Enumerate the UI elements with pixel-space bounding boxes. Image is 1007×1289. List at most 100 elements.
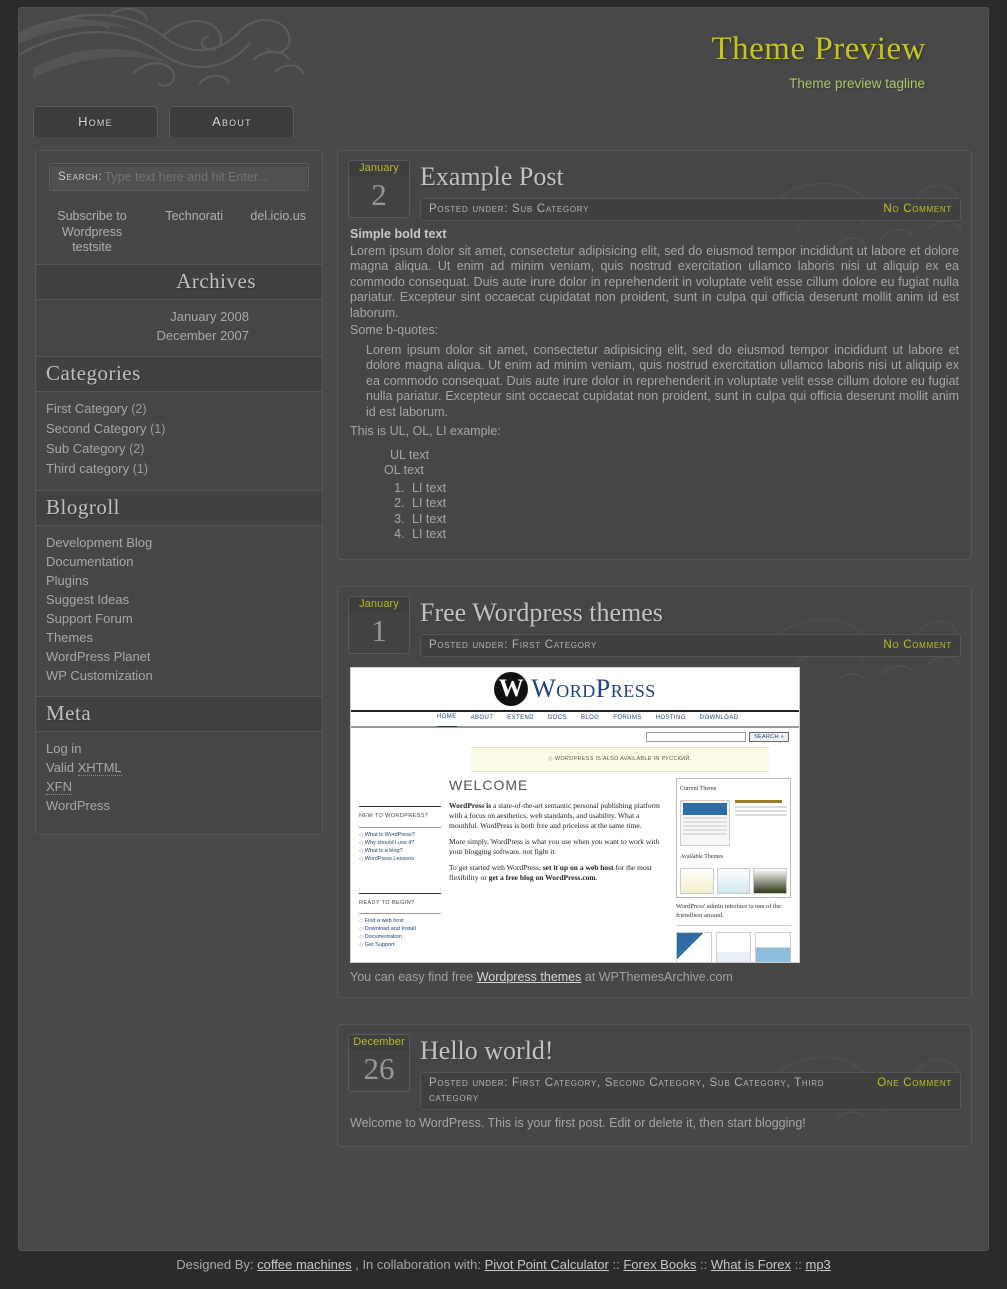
meta-link-wordpress[interactable]: WordPress — [46, 798, 110, 813]
wp-nav: HOME ABOUT EXTEND DOCS BLOG FORUMS HOSTI… — [351, 712, 799, 728]
social-links: Subscribe to Wordpress testsite Technora… — [36, 195, 322, 264]
wp-search-input — [646, 731, 747, 742]
post-header: January 1 Free Wordpress themes Posted u… — [348, 595, 961, 657]
post-date-badge: December 26 — [348, 1034, 410, 1092]
blogroll-link-support-forum[interactable]: Support Forum — [46, 611, 133, 626]
xhtml-abbr: XHTML — [77, 759, 122, 776]
nav-tab-about[interactable]: About — [169, 106, 295, 137]
nav-tab-home[interactable]: Home — [33, 106, 158, 137]
post-title[interactable]: Hello world! — [420, 1036, 961, 1066]
category-count: (1) — [132, 461, 148, 476]
sidebar: Search: Subscribe to Wordpress testsite … — [35, 150, 323, 835]
category-count: (1) — [150, 421, 166, 436]
wordpress-logo-icon: W — [494, 671, 529, 706]
wp-theme-option — [753, 868, 788, 894]
post-blockquote: Lorem ipsum dolor sit amet, consectetur … — [366, 342, 959, 419]
list-item: WordPress Planet — [46, 647, 312, 666]
category-link-second[interactable]: Second Category — [46, 421, 146, 436]
wp-search-row: SEARCH » — [351, 728, 799, 745]
footer-link-pivot-point-calculator[interactable]: Pivot Point Calculator — [485, 1257, 609, 1272]
post-paragraph: Lorem ipsum dolor sit amet, consectetur … — [350, 243, 959, 320]
wp-p3-link1: set it up on a web host — [542, 862, 614, 872]
post-date-badge: January 1 — [348, 595, 410, 654]
wordpress-themes-link[interactable]: Wordpress themes — [477, 970, 582, 984]
post-header: January 2 Example Post Posted under: Sub… — [348, 160, 961, 221]
list-item: UL text — [390, 447, 430, 462]
wp-nav-forums: FORUMS — [613, 714, 642, 721]
category-link-first[interactable]: First Category — [46, 401, 128, 416]
footer-designed-by: Designed By: — [176, 1257, 254, 1272]
list-item: January 2008 — [46, 307, 249, 326]
main-navigation: Home About — [19, 106, 988, 138]
wp-available-themes-label: Available Themes — [680, 853, 724, 860]
blogroll-link-development-blog[interactable]: Development Blog — [46, 535, 152, 550]
archives-heading: Archives — [36, 263, 322, 300]
wp-paragraph-1-bold: WordPress is — [449, 800, 492, 810]
list-item: Get Support — [359, 941, 441, 949]
blogroll-heading: Blogroll — [36, 489, 322, 526]
comment-count-link[interactable]: No Comment — [883, 638, 952, 653]
caption-after: at WPThemesArchive.com — [581, 969, 733, 984]
post-date-month: December — [349, 1035, 409, 1050]
blogroll-link-suggest-ideas[interactable]: Suggest Ideas — [46, 592, 129, 607]
list-item: December 2007 — [46, 326, 250, 345]
wp-available-themes-row — [680, 868, 788, 894]
wp-mini-thumb — [676, 932, 712, 962]
category-count: (2) — [131, 401, 147, 416]
meta-link-xfn[interactable]: XFN — [46, 778, 72, 795]
decorative-swirl-icon — [19, 8, 305, 87]
comment-count-link[interactable]: One Comment — [877, 1076, 952, 1091]
post-bold-lead: Simple bold text — [350, 227, 447, 241]
archive-link-jan-2008[interactable]: January 2008 — [170, 309, 249, 324]
blogroll-link-themes[interactable]: Themes — [46, 630, 93, 645]
list-intro: This is UL, OL, LI example: — [350, 424, 501, 438]
blogroll-link-documentation[interactable]: Documentation — [46, 554, 133, 569]
wp-p3-link2: get a free blog on WordPress.com — [488, 872, 596, 882]
search-label: Search: — [58, 171, 103, 183]
footer-separator: :: — [699, 1257, 708, 1272]
wordpress-homepage-screenshot: W WordPress HOME ABOUT EXTEND DOCS BLOG … — [350, 666, 800, 963]
wp-current-theme-row — [680, 799, 787, 846]
post-title[interactable]: Free Wordpress themes — [420, 598, 961, 628]
categories-list: First Category (2) Second Category (1) S… — [36, 392, 322, 488]
list-item: Development Blog — [46, 533, 312, 552]
blogroll-link-wordpress-planet[interactable]: WordPress Planet — [46, 649, 151, 664]
footer-link-mp3[interactable]: mp3 — [805, 1257, 830, 1272]
wp-nav-about: ABOUT — [470, 714, 494, 721]
list-item: LI text — [408, 496, 959, 512]
subscribe-link[interactable]: Subscribe to Wordpress testsite — [46, 209, 138, 256]
footer-link-forex-books[interactable]: Forex Books — [623, 1257, 696, 1272]
search-input[interactable] — [102, 169, 300, 185]
archive-link-dec-2007[interactable]: December 2007 — [157, 328, 250, 343]
technorati-link[interactable]: Technorati — [165, 209, 223, 256]
archives-list: January 2008 December 2007 — [36, 300, 322, 354]
wp-nav-hosting: HOSTING — [655, 714, 686, 721]
blogroll-link-wp-customization[interactable]: WP Customization — [46, 668, 153, 683]
archives-widget: Archives January 2008 December 2007 — [36, 263, 322, 354]
wp-theme-thumbnail — [680, 799, 730, 846]
delicious-link[interactable]: del.icio.us — [250, 209, 306, 256]
wp-nav-download: DOWNLOAD — [699, 714, 739, 721]
post-hello-world: December 26 Hello world! Posted under: F… — [337, 1024, 972, 1147]
demo-unordered-list: UL text — [350, 448, 959, 464]
blogroll-link-plugins[interactable]: Plugins — [46, 573, 89, 588]
search-box[interactable]: Search: — [49, 163, 309, 191]
post-date-badge: January 2 — [348, 160, 410, 218]
site-title: Theme Preview — [711, 31, 926, 67]
list-item: Themes — [46, 628, 312, 647]
wp-nav-home: HOME — [437, 710, 457, 727]
wp-new-links: What is WordPress? Why should I use it? … — [359, 831, 441, 863]
footer-link-coffee-machines[interactable]: coffee machines — [257, 1257, 351, 1272]
list-item: What is a blog? — [359, 847, 441, 855]
posted-under-label: Posted under: Sub Category — [429, 203, 590, 215]
category-link-third[interactable]: Third category — [46, 461, 129, 476]
wp-new-heading: NEW TO WORDPRESS? — [359, 806, 441, 828]
post-date-day: 2 — [371, 177, 387, 212]
post-header: December 26 Hello world! Posted under: F… — [348, 1034, 961, 1110]
meta-link-valid-xhtml[interactable]: Valid XHTML — [46, 759, 122, 776]
comment-count-link[interactable]: No Comment — [883, 202, 952, 217]
category-link-sub[interactable]: Sub Category — [46, 441, 126, 456]
footer-link-what-is-forex[interactable]: What is Forex — [711, 1257, 791, 1272]
meta-link-login[interactable]: Log in — [46, 741, 81, 756]
post-title[interactable]: Example Post — [420, 162, 961, 192]
